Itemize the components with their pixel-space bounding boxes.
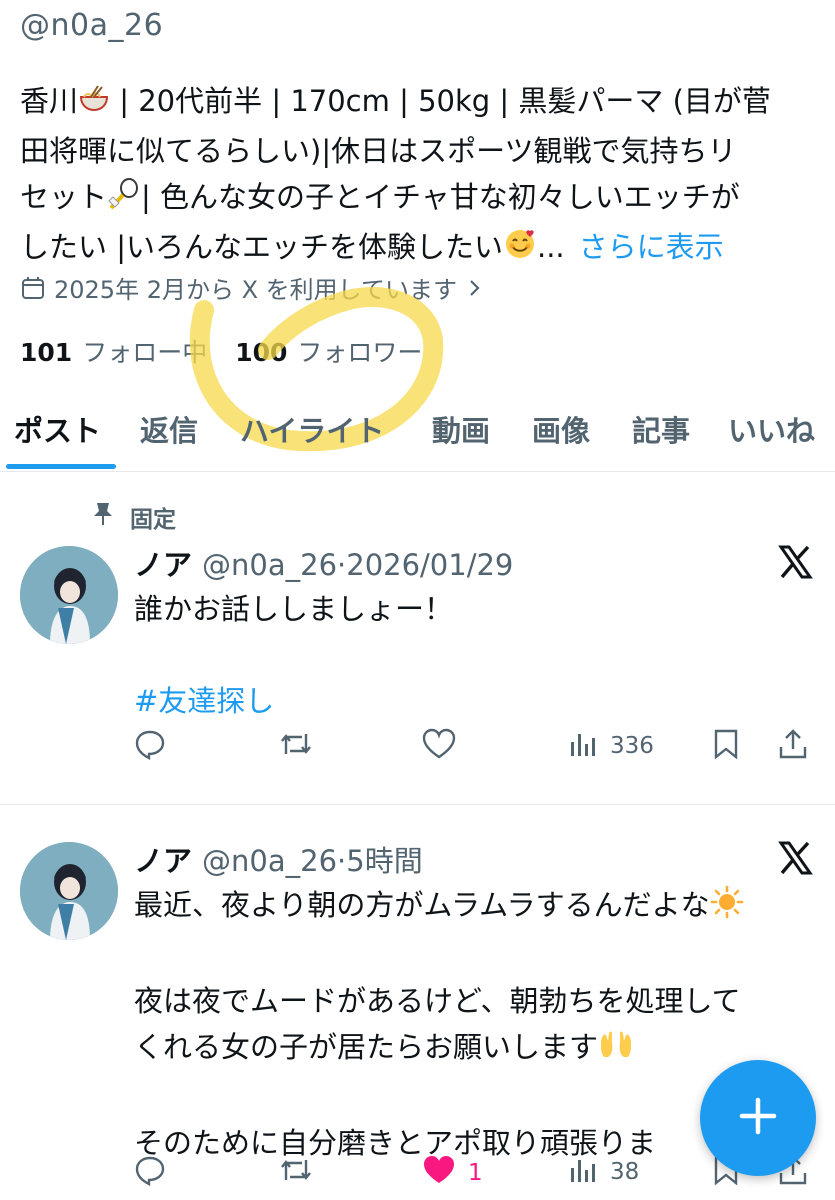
- post-pinned[interactable]: ノア @n0a_26·2026/01/29 誰かお話ししましょー！ #友達探し 3…: [0, 540, 835, 800]
- x-logo-icon: [777, 544, 813, 580]
- post-divider: [0, 804, 835, 805]
- tab-highlights[interactable]: ハイライト: [240, 408, 384, 450]
- chevron-right-icon: [465, 276, 485, 300]
- bio-line-4: したい |いろんなエッチを体験したい... さらに表示: [20, 224, 820, 274]
- author-handle-date[interactable]: @n0a_26·2026/01/29: [202, 548, 513, 582]
- tab-likes[interactable]: いいね: [728, 408, 815, 450]
- bio-line-1: 香川 | 20代前半 | 170cm | 50kg | 黒髪パーマ (目が菅: [20, 78, 820, 128]
- following-count: 101: [20, 338, 73, 367]
- tab-articles[interactable]: 記事: [632, 408, 690, 450]
- post-text-line: くれる女の子が居たらお願いします: [134, 1024, 814, 1074]
- avatar[interactable]: [20, 842, 118, 940]
- bookmark-button[interactable]: [712, 728, 740, 766]
- tab-videos[interactable]: 動画: [432, 408, 490, 450]
- like-button[interactable]: 1: [422, 1154, 483, 1192]
- like-count: 1: [468, 1160, 483, 1186]
- post-text-segment: くれる女の子が居たらお願いします: [134, 1030, 599, 1064]
- post-actions: 1 38: [134, 1154, 814, 1194]
- author-name[interactable]: ノア: [134, 844, 192, 878]
- retweet-icon: [278, 1154, 314, 1192]
- bio-line-3: セット | 色んな女の子とイチャ甘な初々しいエッチが: [20, 174, 820, 224]
- following-link[interactable]: 101 フォロー中: [20, 333, 207, 369]
- author-name[interactable]: ノア: [134, 548, 192, 582]
- post-text-line: 誰かお話ししましょー！: [134, 592, 454, 626]
- pin-icon: [92, 501, 114, 533]
- post-header: ノア @n0a_26·5時間: [134, 838, 423, 880]
- followers-count: 100: [235, 338, 288, 367]
- bio-ellipsis: ...: [537, 230, 565, 264]
- ramen-icon: [78, 82, 110, 128]
- profile-bio: 香川 | 20代前半 | 170cm | 50kg | 黒髪パーマ (目が菅 田…: [20, 78, 820, 274]
- heart-icon: [422, 728, 456, 766]
- author-handle-date[interactable]: @n0a_26·5時間: [202, 844, 423, 878]
- analytics-icon: [568, 728, 598, 764]
- pinned-indicator: 固定: [92, 500, 176, 534]
- heart-filled-icon: [422, 1154, 456, 1192]
- following-label: フォロー中: [82, 338, 208, 367]
- hashtag-link[interactable]: #友達探し: [134, 678, 814, 724]
- view-count: 336: [610, 733, 654, 759]
- palms-up-icon: [598, 1028, 634, 1074]
- reply-button[interactable]: [134, 728, 166, 766]
- smiling-face-with-hearts-icon: [503, 227, 537, 274]
- badminton-icon: [107, 177, 141, 224]
- bio-text: | 20代前半 | 170cm | 50kg | 黒髪パーマ (目が菅: [110, 84, 771, 118]
- profile-handle: @n0a_26: [20, 8, 164, 43]
- bio-text: セット: [20, 180, 108, 214]
- share-button[interactable]: [778, 728, 808, 766]
- views-button[interactable]: 38: [568, 1154, 639, 1190]
- calendar-icon: [20, 275, 46, 301]
- followers-link[interactable]: 100 フォロワー: [235, 333, 422, 369]
- profile-tabs: ポスト 返信 ハイライト 動画 画像 記事 いいね: [0, 400, 835, 472]
- share-icon: [778, 728, 808, 766]
- bookmark-icon: [712, 728, 740, 766]
- retweet-icon: [278, 728, 314, 766]
- tab-replies[interactable]: 返信: [140, 408, 198, 450]
- show-more-link[interactable]: さらに表示: [579, 230, 724, 264]
- bio-text: | 色んな女の子とイチャ甘な初々しいエッチが: [141, 180, 740, 214]
- tab-posts[interactable]: ポスト: [14, 408, 101, 450]
- post-actions: 336: [134, 728, 814, 768]
- plus-icon: [738, 1096, 778, 1140]
- post-text-line: 夜は夜でムードがあるけど、朝勃ちを処理して: [134, 984, 741, 1018]
- active-tab-indicator: [6, 464, 116, 469]
- bio-line-2: 田将暉に似てるらしい)|休日はスポーツ観戦で気持ちリ: [20, 134, 737, 168]
- joined-date-text: 2025年 2月から X を利用しています: [54, 276, 457, 304]
- retweet-button[interactable]: [278, 728, 314, 766]
- bio-text: 香川: [20, 84, 79, 118]
- followers-label: フォロワー: [297, 338, 423, 367]
- post-text-segment: 最近、夜より朝の方がムラムラするんだよな: [134, 888, 710, 922]
- tab-images[interactable]: 画像: [532, 408, 590, 450]
- reply-button[interactable]: [134, 1154, 166, 1192]
- bio-text: したい |いろんなエッチを体験したい: [20, 230, 503, 264]
- like-button[interactable]: [422, 728, 456, 766]
- reply-icon: [134, 728, 166, 766]
- compose-post-button[interactable]: [700, 1060, 816, 1176]
- follow-stats: 101 フォロー中 100 フォロワー: [20, 333, 422, 369]
- post-header: ノア @n0a_26·2026/01/29: [134, 542, 513, 584]
- avatar[interactable]: [20, 546, 118, 644]
- retweet-button[interactable]: [278, 1154, 314, 1192]
- x-logo-icon: [777, 840, 813, 876]
- sun-icon: [710, 885, 744, 932]
- pinned-label: 固定: [130, 507, 176, 533]
- reply-icon: [134, 1154, 166, 1192]
- joined-date-row[interactable]: 2025年 2月から X を利用しています: [20, 270, 485, 305]
- post-text-line: 最近、夜より朝の方がムラムラするんだよな: [134, 882, 814, 932]
- view-count: 38: [610, 1159, 640, 1185]
- post-text: 誰かお話ししましょー！ #友達探し: [134, 586, 814, 724]
- analytics-icon: [568, 1154, 598, 1190]
- views-button[interactable]: 336: [568, 728, 654, 764]
